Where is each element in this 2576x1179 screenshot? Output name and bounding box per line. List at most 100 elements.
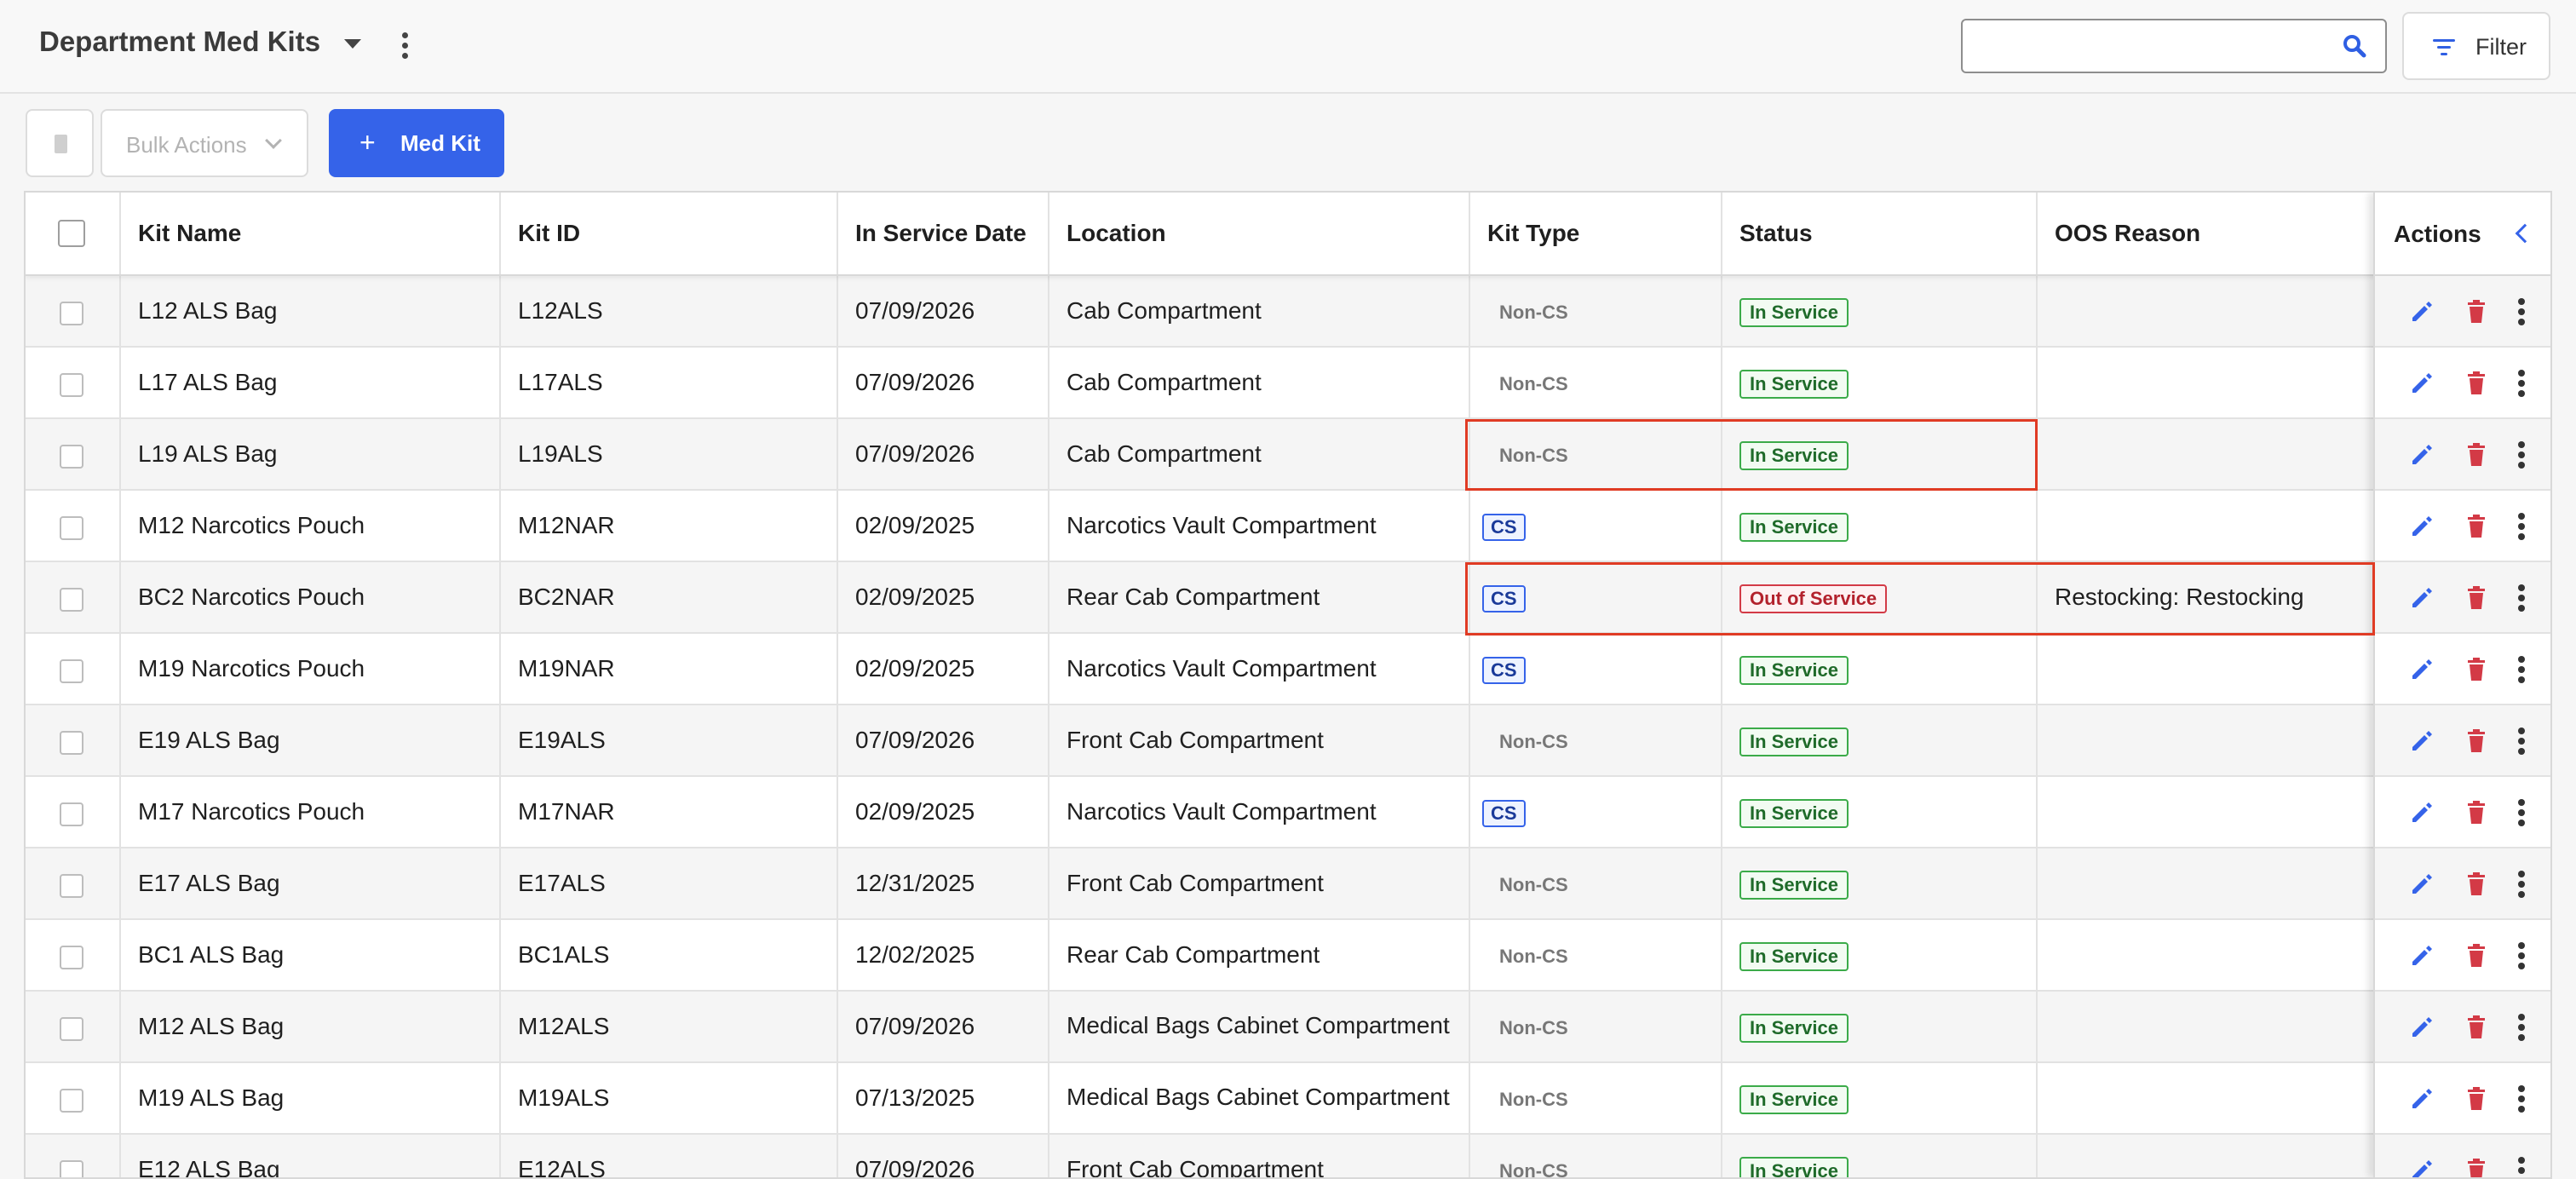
row-more-icon[interactable] <box>2516 656 2527 683</box>
edit-icon[interactable] <box>2409 1158 2435 1179</box>
delete-icon[interactable] <box>2465 943 2487 969</box>
kit-type-cell: Non-CS <box>1469 920 1721 990</box>
more-options-icon[interactable] <box>397 32 414 60</box>
oos-reason-cell: Restocking: Restocking <box>2036 562 2377 632</box>
edit-icon[interactable] <box>2409 728 2435 754</box>
delete-icon[interactable] <box>2465 1086 2487 1112</box>
row-more-icon[interactable] <box>2516 513 2527 540</box>
table-row[interactable]: M12 ALS Bag M12ALS 07/09/2026 Medical Bags … <box>26 992 2550 1063</box>
row-checkbox[interactable] <box>60 373 83 397</box>
row-more-icon[interactable] <box>2516 584 2527 612</box>
status-badge: In Service <box>1739 297 1849 327</box>
filter-button[interactable]: Filter <box>2402 12 2550 80</box>
column-header-in-service-date[interactable]: In Service Date <box>837 193 1048 274</box>
row-checkbox[interactable] <box>60 946 83 969</box>
row-checkbox[interactable] <box>60 1017 83 1041</box>
edit-icon[interactable] <box>2409 1015 2435 1040</box>
row-more-icon[interactable] <box>2516 1014 2527 1041</box>
row-checkbox[interactable] <box>60 1089 83 1113</box>
row-more-icon[interactable] <box>2516 728 2527 755</box>
column-header-kit-name[interactable]: Kit Name <box>119 193 499 274</box>
table-row[interactable]: E12 ALS Bag E12ALS 07/09/2026 Front Cab Com… <box>26 1135 2550 1177</box>
delete-icon[interactable] <box>2465 1015 2487 1040</box>
top-bar: Department Med Kits Filter <box>0 0 2576 94</box>
delete-icon[interactable] <box>2465 657 2487 682</box>
table-row[interactable]: L17 ALS Bag L17ALS 07/09/2026 Cab Compartme… <box>26 348 2550 419</box>
row-checkbox[interactable] <box>60 802 83 826</box>
table-row[interactable]: BC2 Narcotics Pouch BC2NAR 02/09/2025 Rear … <box>26 562 2550 634</box>
table-row[interactable]: M19 ALS Bag M19ALS 07/13/2025 Medical Bags … <box>26 1063 2550 1135</box>
kit-type-cell: Non-CS <box>1469 348 1721 417</box>
table-row[interactable]: M19 Narcotics Pouch M19NAR 02/09/2025 Narco… <box>26 634 2550 705</box>
edit-icon[interactable] <box>2409 585 2435 611</box>
table-row[interactable]: E19 ALS Bag E19ALS 07/09/2026 Front Cab Com… <box>26 705 2550 777</box>
delete-icon[interactable] <box>2465 728 2487 754</box>
row-more-icon[interactable] <box>2516 799 2527 826</box>
edit-icon[interactable] <box>2409 1086 2435 1112</box>
edit-icon[interactable] <box>2409 442 2435 468</box>
row-checkbox[interactable] <box>60 302 83 325</box>
row-checkbox[interactable] <box>60 874 83 898</box>
title-dropdown-icon[interactable] <box>344 39 361 49</box>
table-row[interactable]: M12 Narcotics Pouch M12NAR 02/09/2025 Narco… <box>26 491 2550 562</box>
status-badge: In Service <box>1739 512 1849 542</box>
row-checkbox[interactable] <box>60 516 83 540</box>
status-cell: In Service <box>1721 992 2036 1061</box>
row-more-icon[interactable] <box>2516 1085 2527 1113</box>
row-checkbox[interactable] <box>60 445 83 469</box>
row-checkbox[interactable] <box>60 588 83 612</box>
edit-icon[interactable] <box>2409 657 2435 682</box>
column-header-oos-reason[interactable]: OOS Reason <box>2036 193 2377 274</box>
column-header-status[interactable]: Status <box>1721 193 2036 274</box>
edit-icon[interactable] <box>2409 299 2435 325</box>
delete-icon[interactable] <box>2465 585 2487 611</box>
oos-reason-cell <box>2036 777 2377 847</box>
table-row[interactable]: L12 ALS Bag L12ALS 07/09/2026 Cab Compartme… <box>26 276 2550 348</box>
add-med-kit-button[interactable]: + Med Kit <box>329 109 504 177</box>
edit-icon[interactable] <box>2409 800 2435 825</box>
column-header-kit-type[interactable]: Kit Type <box>1469 193 1721 274</box>
row-checkbox[interactable] <box>60 1160 83 1177</box>
edit-icon[interactable] <box>2409 871 2435 897</box>
edit-icon[interactable] <box>2409 371 2435 396</box>
row-more-icon[interactable] <box>2516 942 2527 969</box>
row-checkbox[interactable] <box>60 731 83 755</box>
row-more-icon[interactable] <box>2516 441 2527 469</box>
row-more-icon[interactable] <box>2516 871 2527 898</box>
med-kits-table: Kit Name Kit ID In Service Date Location… <box>24 191 2552 1179</box>
search-icon[interactable] <box>2343 34 2366 58</box>
bulk-delete-button[interactable] <box>26 109 94 177</box>
kit-type-cell: Non-CS <box>1469 705 1721 775</box>
collapse-actions-icon[interactable] <box>2515 223 2535 244</box>
row-more-icon[interactable] <box>2516 298 2527 325</box>
row-checkbox[interactable] <box>60 659 83 683</box>
table-row[interactable]: M17 Narcotics Pouch M17NAR 02/09/2025 Narco… <box>26 777 2550 848</box>
delete-icon[interactable] <box>2465 871 2487 897</box>
delete-icon[interactable] <box>2465 514 2487 539</box>
kit-id-cell: BC2NAR <box>499 562 837 632</box>
edit-icon[interactable] <box>2409 943 2435 969</box>
column-header-kit-id[interactable]: Kit ID <box>499 193 837 274</box>
delete-icon[interactable] <box>2465 442 2487 468</box>
search-box[interactable] <box>1961 19 2387 73</box>
page-title[interactable]: Department Med Kits <box>39 26 320 58</box>
kit-name-cell: E12 ALS Bag <box>119 1135 499 1177</box>
delete-icon[interactable] <box>2465 299 2487 325</box>
search-input[interactable] <box>1976 31 2334 63</box>
delete-icon[interactable] <box>2465 800 2487 825</box>
bulk-actions-dropdown[interactable]: Bulk Actions <box>101 109 308 177</box>
status-badge: In Service <box>1739 870 1849 900</box>
delete-icon[interactable] <box>2465 1158 2487 1179</box>
location-cell: Front Cab Compartment <box>1048 848 1469 918</box>
column-header-location[interactable]: Location <box>1048 193 1469 274</box>
status-badge: In Service <box>1739 798 1849 828</box>
status-badge: In Service <box>1739 1013 1849 1043</box>
delete-icon[interactable] <box>2465 371 2487 396</box>
table-row[interactable]: L19 ALS Bag L19ALS 07/09/2026 Cab Compartme… <box>26 419 2550 491</box>
row-more-icon[interactable] <box>2516 1157 2527 1177</box>
table-row[interactable]: BC1 ALS Bag BC1ALS 12/02/2025 Rear Cab Comp… <box>26 920 2550 992</box>
table-row[interactable]: E17 ALS Bag E17ALS 12/31/2025 Front Cab Com… <box>26 848 2550 920</box>
select-all-checkbox[interactable] <box>58 220 85 247</box>
row-more-icon[interactable] <box>2516 370 2527 397</box>
edit-icon[interactable] <box>2409 514 2435 539</box>
